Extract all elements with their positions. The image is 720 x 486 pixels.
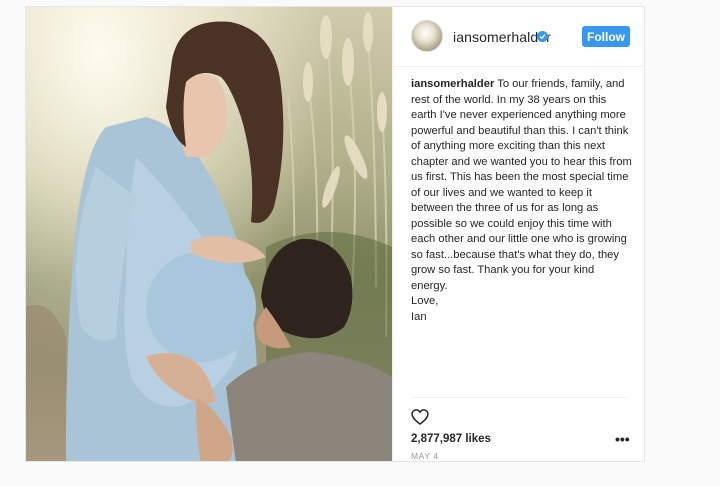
- follow-button[interactable]: Follow: [582, 26, 630, 47]
- heart-icon[interactable]: [410, 407, 430, 427]
- instagram-post: iansomerhalder Follow iansomerhalder To …: [25, 6, 645, 462]
- post-photo[interactable]: [26, 7, 392, 461]
- post-sidebar: iansomerhalder Follow iansomerhalder To …: [392, 7, 644, 461]
- caption-text: To our friends, family, and rest of the …: [411, 78, 632, 323]
- avatar[interactable]: [411, 20, 443, 52]
- post-caption: iansomerhalder To our friends, family, a…: [411, 77, 633, 325]
- post-header: iansomerhalder Follow: [393, 7, 644, 67]
- verified-badge-icon: [537, 31, 548, 42]
- likes-count[interactable]: 2,877,987 likes: [411, 433, 491, 445]
- more-options-icon[interactable]: •••: [615, 431, 630, 447]
- divider: [411, 397, 627, 398]
- post-date[interactable]: MAY 4: [411, 451, 439, 461]
- photo-illustration: [26, 7, 392, 461]
- caption-username-link[interactable]: iansomerhalder: [411, 78, 494, 90]
